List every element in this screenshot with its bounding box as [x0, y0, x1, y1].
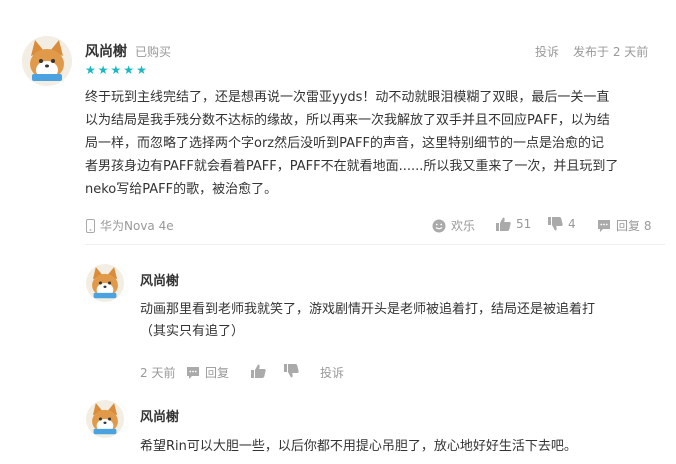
- star-icon: ★: [136, 63, 147, 77]
- comment-line: 局一样，而忽略了选择两个字orz然后没听到PAFF的声音，这里特别细节的一点是治…: [85, 136, 604, 151]
- report-label: 投诉: [320, 366, 345, 380]
- dislike-count: 4: [568, 217, 576, 231]
- like-count: 51: [516, 217, 532, 231]
- reply-button[interactable]: 回复 8: [597, 217, 651, 234]
- thumbs-down-icon: [548, 217, 563, 231]
- comment-line: 终于玩到主线完结了，还是想再说一次雷亚yyds！动不动就眼泪模糊了双眼，最后一关…: [85, 90, 610, 105]
- reply-body: 动画那里看到老师我就笑了，游戏剧情开头是老师被追着打，结局还是被追着打 （其实只…: [140, 299, 660, 343]
- report-button[interactable]: 投诉: [535, 43, 559, 60]
- post-time: 发布于 2 天前: [573, 45, 649, 59]
- reply-line: （其实只有追了）: [140, 324, 245, 339]
- reaction-label: 欢乐: [451, 219, 476, 233]
- shiba-avatar-icon: [22, 36, 72, 86]
- reply-line: 希望Rin可以大胆一些，以后你都不用提心吊胆了，放心地好好生活下去吧。: [140, 439, 577, 454]
- star-icon: ★: [97, 63, 109, 77]
- reply-time-text: 2 天前: [140, 366, 176, 380]
- comment-line: 以为结局是我手残分数不达标的缘故，所以再来一次我解放了双手并且不回应PAFF，以…: [85, 113, 610, 128]
- dislike-button[interactable]: 4: [548, 217, 576, 231]
- reply-author[interactable]: 风尚榭: [140, 270, 179, 289]
- like-button[interactable]: [251, 364, 266, 378]
- star-icon: ★: [85, 63, 96, 77]
- reply-author[interactable]: 风尚榭: [140, 406, 179, 425]
- reply-button[interactable]: 回复: [186, 364, 229, 381]
- device-name: 华为Nova 4e: [100, 219, 174, 233]
- avatar[interactable]: [86, 264, 124, 302]
- comment-icon: [597, 219, 611, 233]
- rating-stars: ★ ★ ★ ★ ★: [85, 64, 147, 76]
- dislike-button[interactable]: [284, 364, 299, 378]
- phone-icon: [86, 218, 95, 233]
- reply-time: 2 天前: [140, 364, 175, 381]
- reaction-button[interactable]: 欢乐: [432, 217, 475, 234]
- avatar[interactable]: [86, 400, 124, 438]
- star-icon: ★: [110, 63, 122, 77]
- divider: [85, 244, 665, 245]
- thumbs-up-icon: [496, 217, 511, 231]
- purchase-badge: 已购买: [135, 45, 172, 59]
- thumbs-down-icon: [284, 364, 299, 378]
- comment-line: neko写给PAFF的歌，被治愈了。: [85, 182, 278, 197]
- comment-author[interactable]: 风尚榭: [85, 41, 127, 61]
- like-button[interactable]: 51: [496, 217, 531, 231]
- reply-body: 希望Rin可以大胆一些，以后你都不用提心吊胆了，放心地好好生活下去吧。: [140, 436, 660, 458]
- reply-label: 回复: [205, 366, 230, 380]
- comment-icon: [186, 366, 200, 380]
- comment-body: 终于玩到主线完结了，还是想再说一次雷亚yyds！动不动就眼泪模糊了双眼，最后一关…: [85, 86, 665, 201]
- reply-line: 动画那里看到老师我就笑了，游戏剧情开头是老师被追着打，结局还是被追着打: [140, 302, 596, 317]
- shiba-avatar-icon: [86, 264, 124, 302]
- comment-line: 者男孩身边有PAFF就会看着PAFF，PAFF不在就看地面......所以我又重…: [85, 159, 619, 174]
- thumbs-up-icon: [251, 364, 266, 378]
- star-icon: ★: [123, 63, 135, 77]
- shiba-avatar-icon: [86, 400, 124, 438]
- avatar[interactable]: [22, 36, 72, 86]
- reply-count: 回复 8: [616, 219, 652, 233]
- smile-icon: [432, 219, 446, 233]
- device-info: 华为Nova 4e: [86, 217, 174, 234]
- report-button[interactable]: 投诉: [320, 364, 344, 381]
